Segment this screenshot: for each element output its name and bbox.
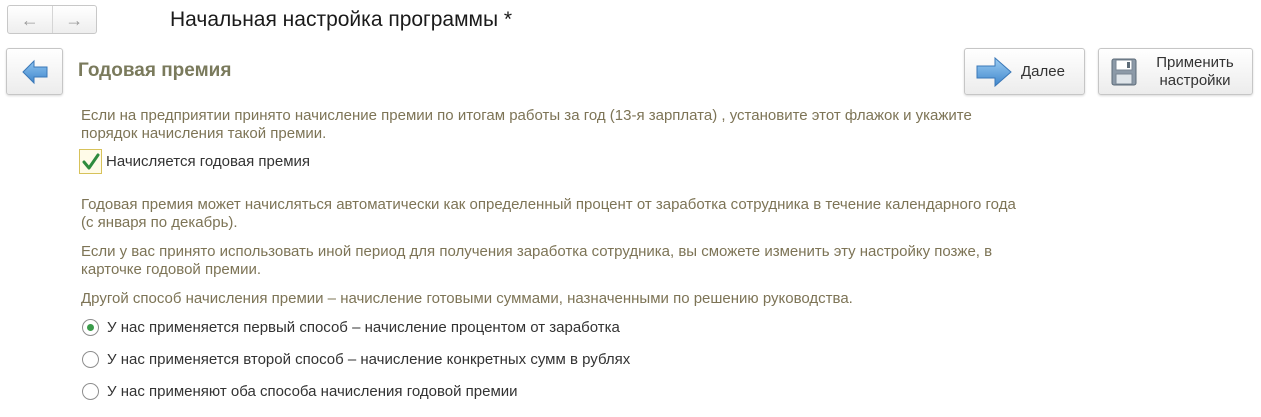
radio-label-fixed-sums: У нас применяется второй способ – начисл…: [107, 351, 631, 368]
annual-bonus-checkbox-label: Начисляется годовая премия: [106, 153, 311, 170]
intro-text: Если на предприятии принято начисление п…: [81, 107, 972, 142]
checkmark-icon: [82, 153, 99, 169]
radio-button-fixed-sums[interactable]: [82, 351, 99, 368]
apply-label-line1: Применить: [1156, 53, 1234, 71]
radio-button-percent[interactable]: [82, 319, 99, 336]
back-button[interactable]: [6, 48, 63, 95]
back-arrow-icon: [21, 59, 47, 84]
auto-calc-text: Годовая премия может начисляться автомат…: [81, 196, 1016, 231]
next-arrow-icon: [976, 56, 1012, 87]
radio-option-both[interactable]: У нас применяют оба способа начисления г…: [82, 383, 518, 400]
radio-label-percent: У нас применяется первый способ – начисл…: [107, 319, 620, 336]
other-period-text: Если у вас принято использовать иной пер…: [81, 243, 993, 278]
next-button[interactable]: Далее: [964, 48, 1085, 95]
history-nav: ← →: [7, 5, 97, 34]
section-title: Годовая премия: [78, 60, 232, 81]
radio-option-fixed-sums[interactable]: У нас применяется второй способ – начисл…: [82, 351, 630, 368]
settings-page: ← → Начальная настройка программы * Годо…: [0, 0, 1261, 417]
other-method-text: Другой способ начисления премии – начисл…: [81, 290, 853, 307]
floppy-disk-icon: [1111, 58, 1137, 85]
radio-selected-dot: [87, 324, 94, 331]
radio-button-both[interactable]: [82, 383, 99, 400]
apply-settings-label: Применить настройки: [1147, 54, 1243, 90]
nav-back-button[interactable]: ←: [8, 6, 52, 33]
arrow-left-icon: ←: [20, 9, 39, 30]
arrow-right-icon: →: [65, 9, 84, 30]
apply-settings-button[interactable]: Применить настройки: [1098, 48, 1253, 95]
window-title: Начальная настройка программы *: [170, 8, 513, 31]
annual-bonus-checkbox-row[interactable]: Начисляется годовая премия: [79, 149, 310, 174]
radio-label-both: У нас применяют оба способа начисления г…: [107, 383, 518, 400]
next-button-label: Далее: [1021, 63, 1065, 80]
apply-label-line2: настройки: [1159, 71, 1231, 89]
nav-forward-button[interactable]: →: [51, 6, 97, 33]
annual-bonus-checkbox[interactable]: [79, 149, 102, 174]
radio-option-percent[interactable]: У нас применяется первый способ – начисл…: [82, 319, 620, 336]
